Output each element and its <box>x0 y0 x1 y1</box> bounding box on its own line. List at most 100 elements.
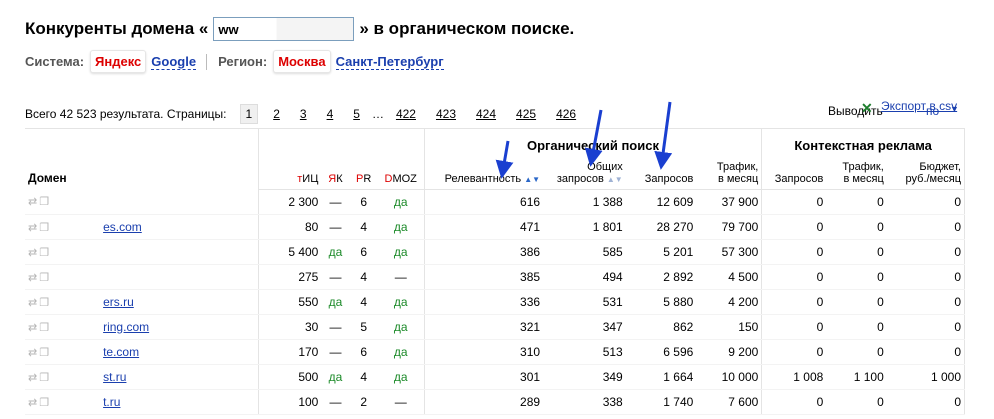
queries-cell: 6 596 <box>625 339 697 365</box>
swap-arrows-icon[interactable]: ⇄ <box>28 397 39 409</box>
export-controls: Выводить ✕ Экспорт в csv по ▼ <box>828 99 959 118</box>
col-ctx-traffic-label1: Трафик, <box>842 160 884 173</box>
col-ctx-traffic[interactable]: Трафик, в месяц <box>826 160 887 190</box>
system-google-link[interactable]: Google <box>151 54 197 70</box>
budget-cell: 0 <box>886 239 965 265</box>
domain-cell: ⇄❐ es.com <box>25 214 259 240</box>
dmoz-cell: — <box>377 389 425 415</box>
swap-arrows-icon[interactable]: ⇄ <box>28 322 39 334</box>
domain-link[interactable]: t.ru <box>103 395 120 409</box>
ctx-queries-cell: 0 <box>761 389 827 415</box>
swap-arrows-icon[interactable]: ⇄ <box>28 347 39 359</box>
tic-cell: 275 <box>258 264 322 290</box>
window-icon[interactable]: ❐ <box>39 196 51 208</box>
yak-cell: — <box>321 264 350 290</box>
page-2[interactable]: 2 <box>268 105 285 123</box>
window-icon[interactable]: ❐ <box>39 222 51 234</box>
system-label: Система: <box>25 54 85 69</box>
table-row: ⇄❐ t.ru 100—2—289 338 1 740 7 600 0 0 0 <box>25 389 965 415</box>
page-4[interactable]: 4 <box>322 105 339 123</box>
queries-cell: 862 <box>625 314 697 340</box>
page-1[interactable]: 1 <box>239 104 259 124</box>
traffic-cell: 37 900 <box>696 189 762 215</box>
sort-desc-icon[interactable]: ▲▼ <box>524 175 540 184</box>
pr-cell: 4 <box>349 364 378 390</box>
swap-arrows-icon[interactable]: ⇄ <box>28 372 39 384</box>
yak-cell: — <box>321 214 350 240</box>
col-yak[interactable]: ЯК <box>321 160 350 190</box>
pr-cell: 6 <box>349 239 378 265</box>
col-ctx-queries-label: Запросов <box>774 172 824 185</box>
page-426[interactable]: 426 <box>551 105 581 123</box>
domain-link[interactable]: ers.ru <box>103 295 134 309</box>
tic-cell: 5 400 <box>258 239 322 265</box>
ctx-queries-cell: 0 <box>761 314 827 340</box>
search-filters: Система: Яндекс Google Регион: Москва Са… <box>25 50 444 73</box>
table-row: ⇄❐ te.com 170—6 да 310 513 6 596 9 200 0 0 0 <box>25 339 965 365</box>
swap-arrows-icon[interactable]: ⇄ <box>28 196 39 208</box>
window-icon[interactable]: ❐ <box>39 247 51 259</box>
table-row: ⇄❐ 5 400 да 6 да 386 585 5 201 57 300 0 0 0 <box>25 239 965 265</box>
col-relevance-label: Релевантность <box>444 172 522 185</box>
page-423[interactable]: 423 <box>431 105 461 123</box>
relevance-cell: 336 <box>423 289 544 315</box>
dmoz-cell: да <box>377 289 425 315</box>
domain-link[interactable]: ring.com <box>103 320 149 334</box>
tic-cell: 2 300 <box>258 189 322 215</box>
export-csv-link[interactable]: Экспорт в csv <box>881 99 957 113</box>
page-5[interactable]: 5 <box>348 105 365 123</box>
col-queries[interactable]: Запросов <box>625 160 697 190</box>
window-icon[interactable]: ❐ <box>39 322 51 334</box>
total-queries-cell: 513 <box>543 339 626 365</box>
domain-link[interactable]: te.com <box>103 345 139 359</box>
page-425[interactable]: 425 <box>511 105 541 123</box>
budget-cell: 0 <box>886 339 965 365</box>
domain-cell: ⇄❐ ers.ru <box>25 289 259 315</box>
per-page-select[interactable]: по <box>926 104 939 118</box>
col-traffic-label2: в месяц <box>717 172 759 185</box>
region-spb-link[interactable]: Санкт-Петербург <box>335 54 444 70</box>
col-domain[interactable]: Домен <box>25 128 259 189</box>
swap-arrows-icon[interactable]: ⇄ <box>28 297 39 309</box>
window-icon[interactable]: ❐ <box>39 272 51 284</box>
tic-cell: 100 <box>258 389 322 415</box>
swap-arrows-icon[interactable]: ⇄ <box>28 247 39 259</box>
page-424[interactable]: 424 <box>471 105 501 123</box>
window-icon[interactable]: ❐ <box>39 397 51 409</box>
col-ctx-queries[interactable]: Запросов <box>761 160 827 190</box>
budget-cell: 0 <box>886 289 965 315</box>
ctx-traffic-cell: 0 <box>826 389 887 415</box>
ctx-queries-cell: 0 <box>761 214 827 240</box>
col-traffic[interactable]: Трафик, в месяц <box>696 160 762 190</box>
col-total-queries[interactable]: Общих запросов ▲▼ <box>543 160 626 190</box>
page-422[interactable]: 422 <box>391 105 421 123</box>
yak-cell: да <box>321 289 350 315</box>
window-icon[interactable]: ❐ <box>39 347 51 359</box>
budget-cell: 0 <box>886 214 965 240</box>
swap-arrows-icon[interactable]: ⇄ <box>28 272 39 284</box>
domain-input[interactable] <box>213 17 355 41</box>
dropdown-caret-icon[interactable]: ▼ <box>950 104 959 114</box>
table-row: ⇄❐ ers.ru 550 да 4 да 336 531 5 880 4 200 0 0 0 <box>25 289 965 315</box>
col-total-queries-label1: Общих <box>587 160 623 173</box>
col-relevance[interactable]: Релевантность ▲▼ <box>423 160 544 190</box>
sort-both-icon[interactable]: ▲▼ <box>607 175 623 184</box>
swap-arrows-icon[interactable]: ⇄ <box>28 222 39 234</box>
window-icon[interactable]: ❐ <box>39 372 51 384</box>
window-icon[interactable]: ❐ <box>39 297 51 309</box>
region-moscow-chip[interactable]: Москва <box>273 50 331 73</box>
col-tic[interactable]: тИЦ <box>258 160 322 190</box>
page-3[interactable]: 3 <box>295 105 312 123</box>
show-label: Выводить <box>828 104 883 118</box>
yak-cell: да <box>321 364 350 390</box>
col-pr[interactable]: PR <box>349 160 378 190</box>
domain-link[interactable]: st.ru <box>103 370 126 384</box>
system-yandex-chip[interactable]: Яндекс <box>90 50 147 73</box>
domain-link[interactable]: es.com <box>103 220 142 234</box>
budget-cell: 0 <box>886 189 965 215</box>
col-dmoz[interactable]: DMOZ <box>377 160 425 190</box>
excel-icon: ✕ <box>861 100 873 116</box>
col-budget[interactable]: Бюджет, руб./месяц <box>886 160 965 190</box>
ctx-queries-cell: 0 <box>761 339 827 365</box>
ctx-queries-cell: 0 <box>761 289 827 315</box>
